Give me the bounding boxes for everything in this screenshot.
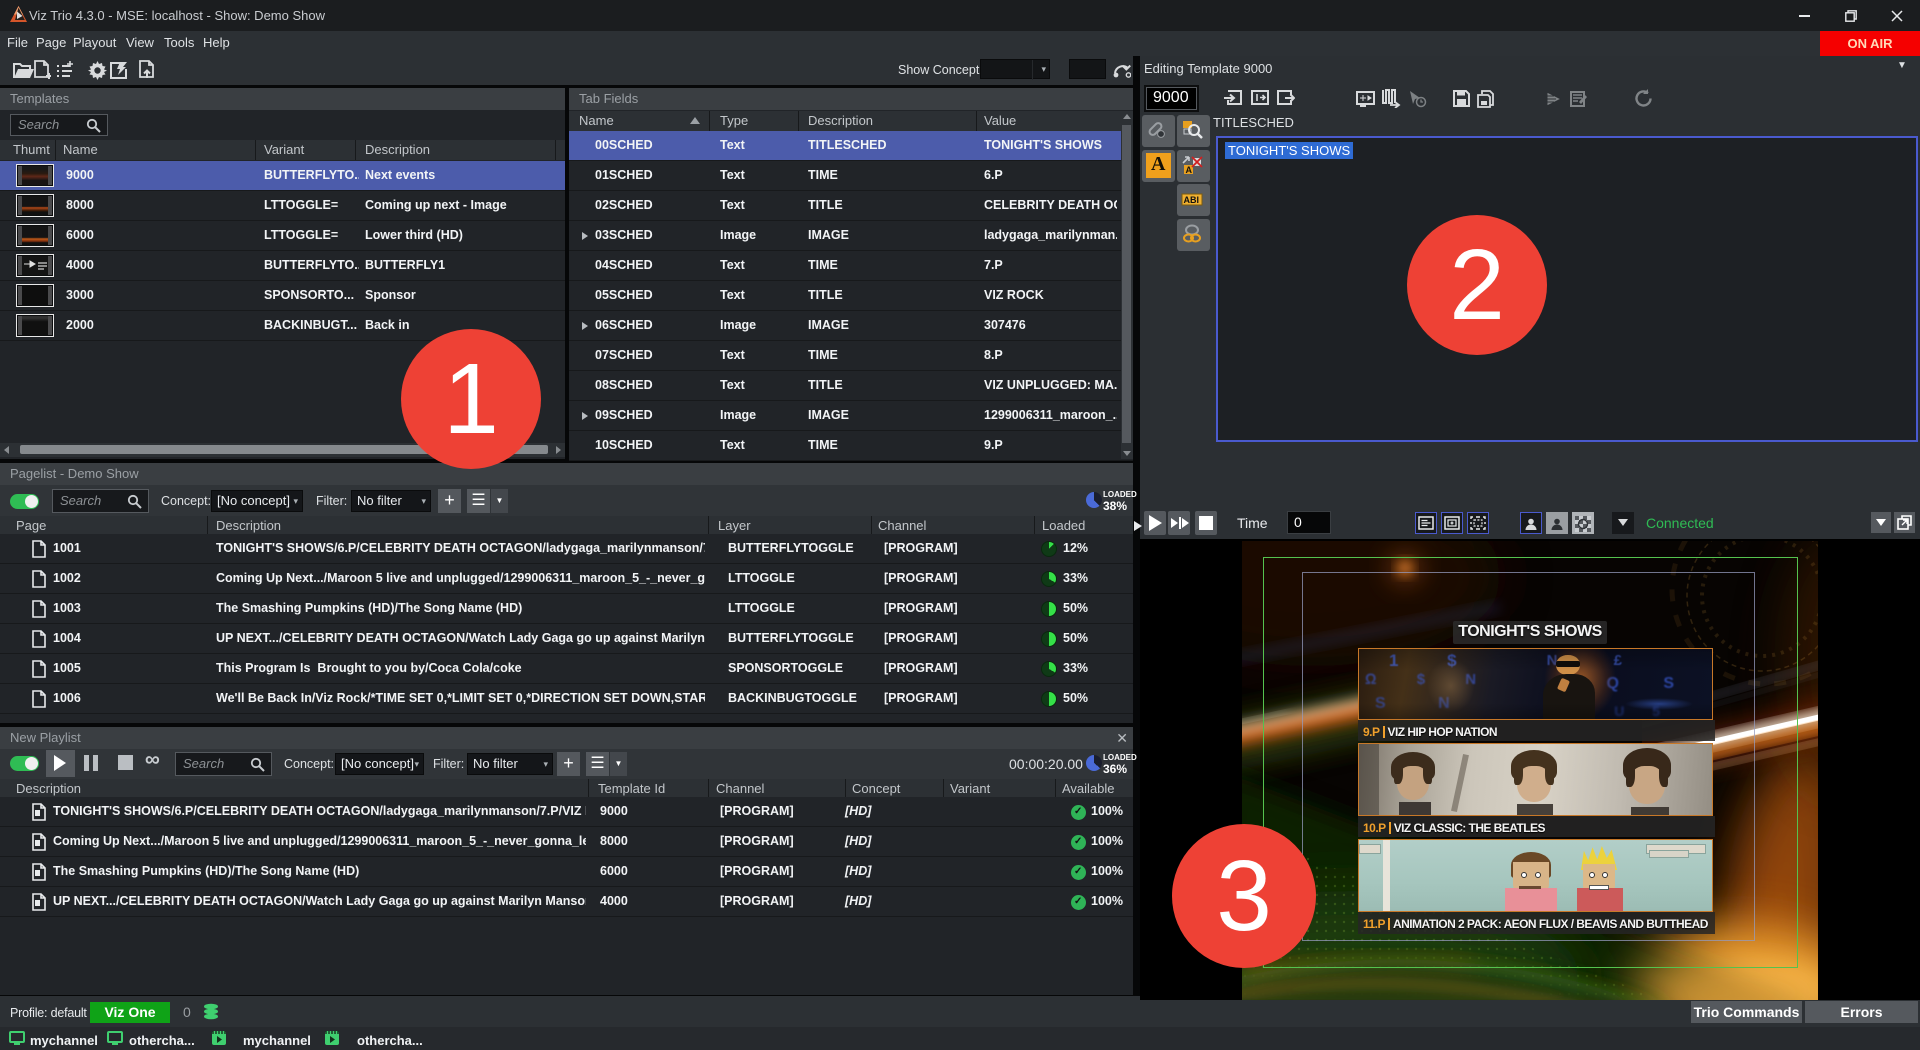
- svg-text:A: A: [1186, 165, 1193, 175]
- svg-text:ABI: ABI: [1184, 195, 1200, 205]
